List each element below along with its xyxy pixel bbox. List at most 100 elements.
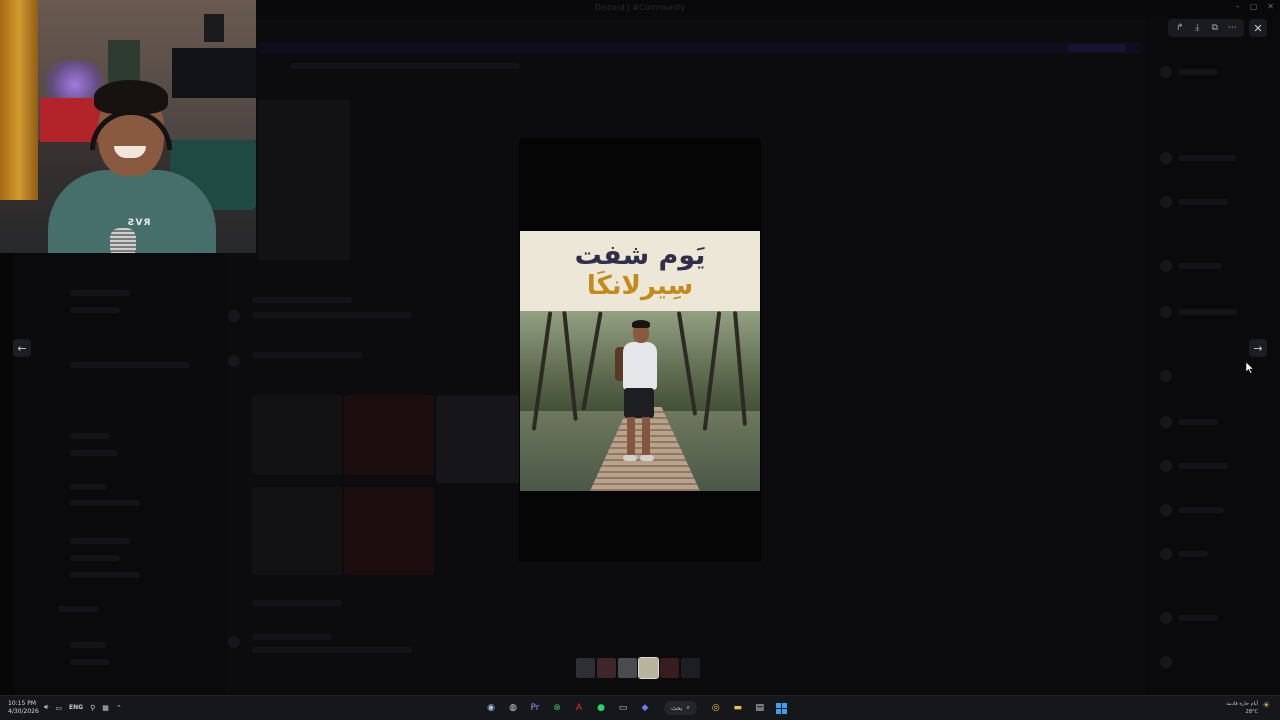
media-title-panel: يَوم شفت سِيرلانكَا [520, 231, 760, 311]
weather-widget[interactable]: أيام حارة قادمة 28°C [1210, 700, 1258, 716]
forward-icon[interactable]: ↱ [1172, 20, 1188, 36]
member-avatar [1160, 370, 1172, 382]
taskbar-search[interactable]: بحث ⌕ [664, 701, 697, 715]
spotify-icon[interactable]: ● [592, 700, 610, 716]
media-title-line-1: يَوم شفت [574, 240, 706, 271]
mic-tray-icon[interactable]: ⚲ [90, 704, 95, 712]
media-thumbnail[interactable] [638, 657, 659, 679]
weather-icon: ☀ [1262, 701, 1271, 711]
channel-row [70, 362, 190, 368]
member-avatar [1160, 504, 1172, 516]
clock-date: 4/30/2026 [8, 708, 39, 715]
member-avatar [1160, 196, 1172, 208]
member-name [1178, 199, 1228, 205]
notice-banner [260, 42, 1140, 54]
search-label: بحث [671, 704, 683, 712]
obs-icon[interactable]: ◍ [504, 700, 522, 716]
channel-row [70, 538, 130, 544]
channel-row [70, 450, 118, 456]
download-icon[interactable]: ⤓ [1189, 20, 1205, 36]
explorer-icon[interactable]: ▬ [729, 700, 747, 716]
channel-row [70, 307, 120, 313]
channel-row [70, 290, 130, 296]
ime-icon[interactable]: ▦ [102, 704, 109, 712]
system-tray: 🔊︎ ▭ ENG ⚲ ▦ ⌃ [44, 703, 122, 712]
channel-row [70, 572, 140, 578]
close-viewer-button[interactable]: ✕ [1249, 19, 1267, 37]
person-shorts [624, 388, 654, 418]
avatar [228, 355, 240, 367]
member-avatar [1160, 306, 1172, 318]
webcam-curtain [0, 0, 38, 200]
webcam-wall-frame [204, 14, 224, 42]
media-viewer-toolbar: ↱ ⤓ ⧉ ⋯ [1168, 19, 1244, 37]
previous-media-button[interactable]: ← [13, 339, 31, 357]
premiere-icon[interactable]: Pr [526, 700, 544, 716]
weather-temperature: 28°C [1245, 709, 1258, 715]
avatar [228, 636, 240, 648]
message-row [252, 647, 412, 653]
channel-row [70, 484, 106, 490]
message-row [290, 63, 520, 69]
minimize-button[interactable]: – [1236, 2, 1240, 11]
open-external-icon[interactable]: ⧉ [1207, 20, 1223, 36]
volume-icon[interactable]: 🔊︎ [44, 703, 48, 712]
window-close-button[interactable]: ✕ [1267, 2, 1274, 11]
media-thumbnail[interactable] [660, 658, 679, 678]
channel-row [70, 659, 110, 665]
steam-icon[interactable]: ◉ [482, 700, 500, 716]
media-image[interactable]: يَوم شفت سِيرلانكَا [520, 231, 760, 491]
person-leg [642, 417, 650, 457]
chat-attachment [258, 100, 350, 260]
network-icon[interactable]: ▭ [55, 704, 62, 712]
chat-attachment [436, 395, 520, 483]
message-row [252, 634, 332, 640]
start-button[interactable] [773, 700, 791, 716]
discord-icon[interactable]: ◆ [636, 700, 654, 716]
window-controls: – ▢ ✕ [1236, 2, 1274, 11]
chat-attachment [252, 395, 342, 475]
tray-overflow-icon[interactable]: ⌃ [116, 704, 122, 712]
media-thumbnail[interactable] [618, 658, 637, 678]
mangrove-tree [562, 311, 578, 421]
more-icon[interactable]: ⋯ [1224, 20, 1240, 36]
acrobat-icon[interactable]: A [570, 700, 588, 716]
member-avatar [1160, 612, 1172, 624]
webcam-red-desk [40, 98, 100, 142]
message-row [252, 352, 362, 358]
notice-banner-button [1068, 44, 1126, 52]
person-shirt [623, 342, 657, 390]
member-avatar [1160, 416, 1172, 428]
system-clock[interactable]: 10:15 PM 4/30/2026 [8, 700, 39, 716]
member-avatar [1160, 656, 1172, 668]
windows-icon [776, 702, 788, 714]
taskbar-apps: ◉ ◍ Pr ⊗ A ● ▭ ◆ بحث ⌕ ◎ ▬ ▤ [482, 700, 791, 716]
next-media-button[interactable]: → [1249, 339, 1267, 357]
webcam-overlay: ƧVЯ [0, 0, 256, 253]
notes-icon[interactable]: ▤ [751, 700, 769, 716]
media-thumbnail[interactable] [681, 658, 700, 678]
channel-row [70, 555, 120, 561]
mouse-cursor-icon [1246, 362, 1254, 374]
member-avatar [1160, 66, 1172, 78]
person-leg [627, 417, 635, 457]
shirt-logo: ƧVЯ [128, 218, 152, 228]
language-indicator[interactable]: ENG [69, 704, 83, 711]
webcam-tv [172, 48, 256, 98]
member-name [1178, 463, 1228, 469]
person-hair [632, 320, 650, 328]
capture-icon[interactable]: ▭ [614, 700, 632, 716]
member-name [1178, 309, 1238, 315]
mangrove-tree [732, 311, 748, 426]
chrome-icon[interactable]: ◎ [707, 700, 725, 716]
media-thumbnail[interactable] [576, 658, 595, 678]
channel-row [70, 642, 106, 648]
media-thumbnail[interactable] [597, 658, 616, 678]
xbox-icon[interactable]: ⊗ [548, 700, 566, 716]
channel-row [70, 433, 110, 439]
weather-text: أيام حارة قادمة [1226, 701, 1258, 707]
media-title-line-2: سِيرلانكَا [586, 271, 694, 301]
channel-row [58, 606, 98, 612]
maximize-button[interactable]: ▢ [1250, 2, 1258, 11]
windows-taskbar: 10:15 PM 4/30/2026 🔊︎ ▭ ENG ⚲ ▦ ⌃ ◉ ◍ Pr ⊗ A… [0, 695, 1280, 720]
